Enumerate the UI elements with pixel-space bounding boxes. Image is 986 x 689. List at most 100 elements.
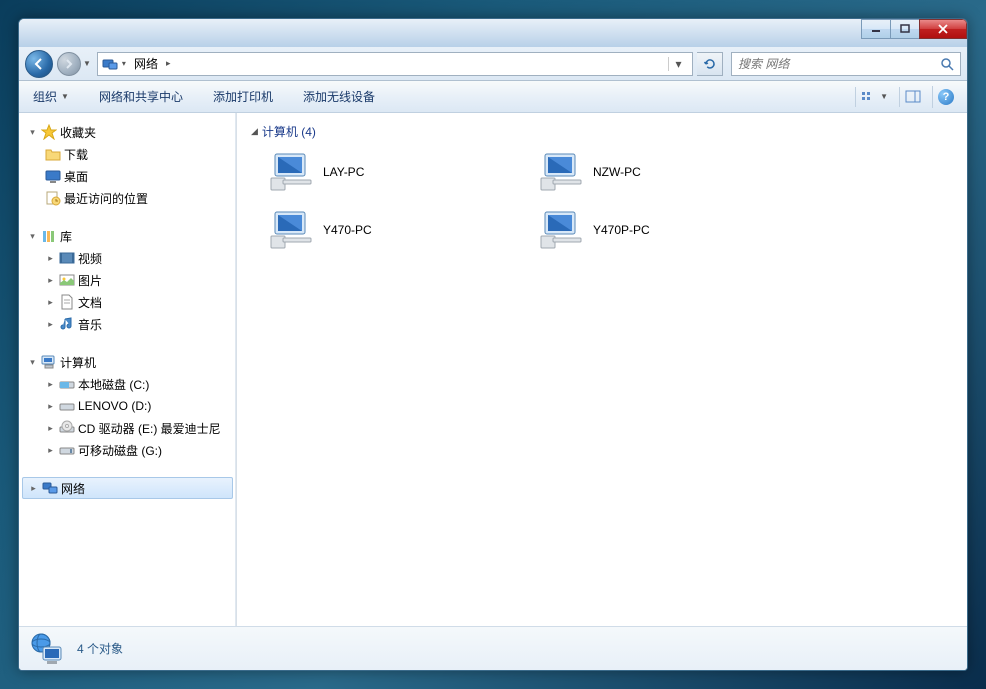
computer-item[interactable]: LAY-PC <box>265 148 505 196</box>
address-bar[interactable]: ▾ 网络 ▸ ▾ <box>97 52 693 76</box>
expand-icon[interactable]: ▸ <box>45 445 56 456</box>
item-label: 音乐 <box>78 316 102 333</box>
history-drop[interactable]: ▾ <box>122 59 126 68</box>
collapse-icon[interactable]: ▾ <box>27 127 38 138</box>
favorites-header[interactable]: ▾ 收藏夹 <box>19 121 236 143</box>
libraries-group: ▾ 库 ▸ 视频 ▸ 图片 ▸ 文档 <box>19 225 236 335</box>
item-label: Y470P-PC <box>593 223 650 237</box>
sidebar-item-documents[interactable]: ▸ 文档 <box>19 291 236 313</box>
computer-icon <box>41 354 57 370</box>
network-location-icon <box>102 56 118 72</box>
add-wireless-button[interactable]: 添加无线设备 <box>297 84 381 109</box>
close-button[interactable] <box>919 19 967 39</box>
sidebar-item-drive-g[interactable]: ▸ 可移动磁盘 (G:) <box>19 439 236 461</box>
item-label: 视频 <box>78 250 102 267</box>
drive-icon <box>59 376 75 392</box>
sidebar-item-drive-c[interactable]: ▸ 本地磁盘 (C:) <box>19 373 236 395</box>
music-icon <box>59 316 75 332</box>
sidebar-item-drive-d[interactable]: ▸ LENOVO (D:) <box>19 395 236 417</box>
item-label: 可移动磁盘 (G:) <box>78 442 162 459</box>
computer-item[interactable]: Y470P-PC <box>535 206 775 254</box>
group-header[interactable]: ◢ 计算机 (4) <box>251 123 953 140</box>
expand-icon[interactable]: ▸ <box>45 319 56 330</box>
libraries-header[interactable]: ▾ 库 <box>19 225 236 247</box>
refresh-button[interactable] <box>697 52 723 76</box>
help-icon: ? <box>938 89 954 105</box>
libraries-label: 库 <box>60 228 72 245</box>
sidebar-item-music[interactable]: ▸ 音乐 <box>19 313 236 335</box>
documents-icon <box>59 294 75 310</box>
status-text: 4 个对象 <box>77 640 123 657</box>
search-input[interactable] <box>738 57 940 71</box>
preview-pane-button[interactable] <box>899 87 926 107</box>
computer-pc-icon <box>539 152 583 192</box>
breadcrumb-segment[interactable]: 网络 <box>130 55 162 72</box>
computer-pc-icon <box>269 210 313 250</box>
item-label: LAY-PC <box>323 165 364 179</box>
item-label: 图片 <box>78 272 102 289</box>
network-label: 网络 <box>61 480 85 497</box>
help-button[interactable]: ? <box>932 86 959 108</box>
organize-menu[interactable]: 组织 ▼ <box>27 84 75 109</box>
group-label: 计算机 (4) <box>262 123 316 140</box>
recent-icon <box>45 190 61 206</box>
chevron-down-icon: ▼ <box>61 92 69 101</box>
network-large-icon <box>29 631 65 667</box>
expand-icon[interactable]: ▸ <box>45 297 56 308</box>
network-icon <box>42 480 58 496</box>
collapse-icon[interactable]: ▾ <box>27 231 38 242</box>
favorites-label: 收藏夹 <box>60 124 96 141</box>
view-options-button[interactable]: ▼ <box>855 87 893 107</box>
nav-history-drop-icon[interactable]: ▼ <box>83 59 91 68</box>
expand-icon[interactable]: ▸ <box>45 379 56 390</box>
cd-drive-icon <box>59 420 75 436</box>
collapse-icon[interactable]: ◢ <box>251 126 258 137</box>
item-label: 最近访问的位置 <box>64 190 148 207</box>
breadcrumb-sep[interactable]: ▸ <box>166 58 171 69</box>
video-icon <box>59 250 75 266</box>
computer-header[interactable]: ▾ 计算机 <box>19 351 236 373</box>
computer-pc-icon <box>539 210 583 250</box>
minimize-button[interactable] <box>861 19 891 39</box>
computer-label: 计算机 <box>60 354 96 371</box>
network-sharing-center-button[interactable]: 网络和共享中心 <box>93 84 189 109</box>
item-label: NZW-PC <box>593 165 641 179</box>
sidebar-item-videos[interactable]: ▸ 视频 <box>19 247 236 269</box>
item-label: CD 驱动器 (E:) 最爱迪士尼 <box>78 420 221 437</box>
body: ▾ 收藏夹 下载 桌面 最近访问的位置 <box>19 113 967 626</box>
content-pane: ◢ 计算机 (4) LAY-PC NZW-PC <box>237 113 967 626</box>
expand-icon[interactable]: ▸ <box>28 483 39 494</box>
sidebar-item-drive-e[interactable]: ▸ CD 驱动器 (E:) 最爱迪士尼 <box>19 417 236 439</box>
libraries-icon <box>41 228 57 244</box>
sidebar-item-recent[interactable]: 最近访问的位置 <box>19 187 236 209</box>
sidebar-item-downloads[interactable]: 下载 <box>19 143 236 165</box>
add-printer-button[interactable]: 添加打印机 <box>207 84 279 109</box>
item-label: 下载 <box>64 146 88 163</box>
folder-icon <box>45 146 61 162</box>
pictures-icon <box>59 272 75 288</box>
maximize-button[interactable] <box>890 19 920 39</box>
window-controls <box>862 19 967 39</box>
network-group: ▸ 网络 <box>19 477 236 499</box>
expand-icon[interactable]: ▸ <box>45 401 56 412</box>
computer-item[interactable]: NZW-PC <box>535 148 775 196</box>
sidebar-item-network[interactable]: ▸ 网络 <box>22 477 233 499</box>
item-label: LENOVO (D:) <box>78 399 151 413</box>
sidebar-item-desktop[interactable]: 桌面 <box>19 165 236 187</box>
sidebar-item-pictures[interactable]: ▸ 图片 <box>19 269 236 291</box>
back-button[interactable] <box>25 50 53 78</box>
search-box[interactable] <box>731 52 961 76</box>
computer-group: ▾ 计算机 ▸ 本地磁盘 (C:) ▸ LENOVO (D:) ▸ <box>19 351 236 461</box>
item-label: 桌面 <box>64 168 88 185</box>
computer-item[interactable]: Y470-PC <box>265 206 505 254</box>
item-label: 本地磁盘 (C:) <box>78 376 149 393</box>
favorites-group: ▾ 收藏夹 下载 桌面 最近访问的位置 <box>19 121 236 209</box>
forward-button[interactable] <box>57 52 81 76</box>
address-dropdown[interactable]: ▾ <box>668 57 688 71</box>
expand-icon[interactable]: ▸ <box>45 423 56 434</box>
expand-icon[interactable]: ▸ <box>45 253 56 264</box>
collapse-icon[interactable]: ▾ <box>27 357 38 368</box>
expand-icon[interactable]: ▸ <box>45 275 56 286</box>
removable-drive-icon <box>59 442 75 458</box>
toolbar-right: ▼ ? <box>855 86 959 108</box>
